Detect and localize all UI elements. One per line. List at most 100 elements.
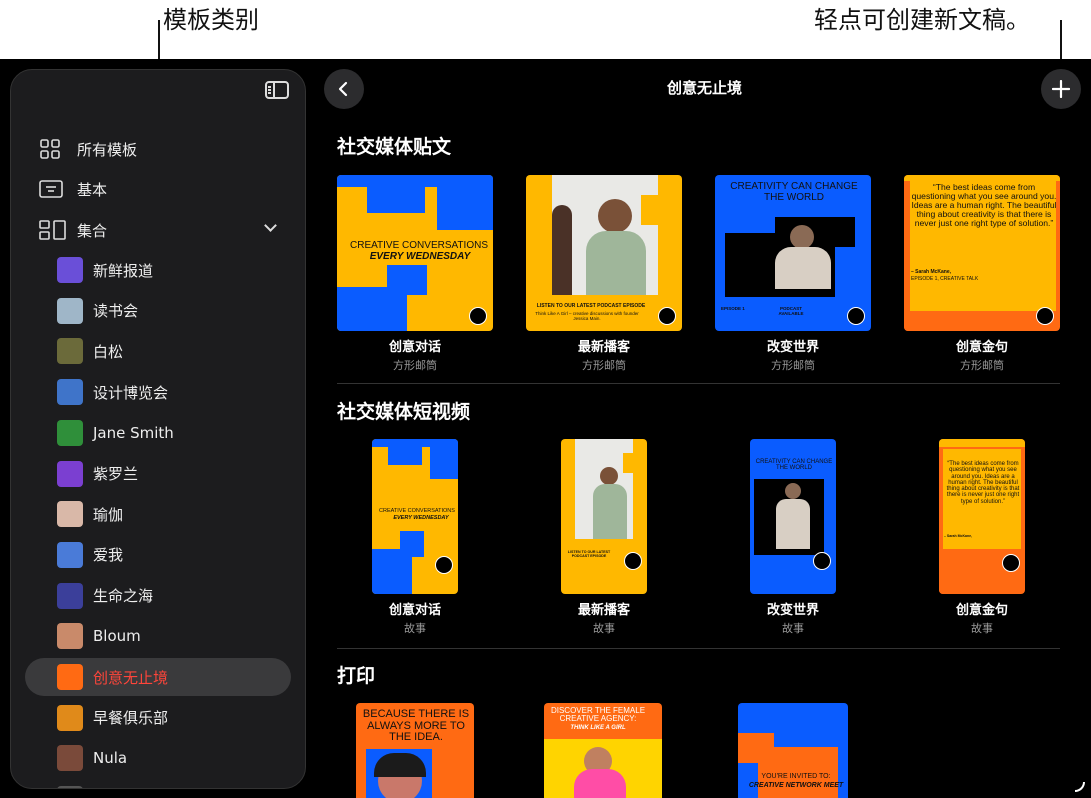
art-headline: DISCOVER THE FEMALE CREATIVE AGENCY: (550, 706, 646, 724)
app-screen: 所有模板 基本 集合 新鲜报道 读书会白松设计博览会 Jane Smith 紫罗兰瑜伽… (0, 59, 1091, 798)
sidebar-item-label: 紫罗兰 (93, 465, 139, 483)
art-body: Think Like A Girl – creative discussions… (535, 311, 639, 321)
sidebar-item-collection[interactable]: 视野清晰 (25, 780, 291, 788)
collection-thumbnail (57, 419, 83, 446)
collection-thumbnail (57, 257, 83, 283)
collection-thumbnail (57, 786, 83, 788)
template-latest-podcast-square[interactable]: LISTEN TO OUR LATEST PODCAST EPISODE Thi… (526, 175, 682, 373)
template-thumbnail: LISTEN TO OUR LATEST PODCAST EPISODE Thi… (526, 175, 682, 331)
art-subheadline: EVERY WEDNESDAY (393, 515, 449, 521)
art-headline: CREATIVE CONVERSATIONS (379, 508, 455, 514)
template-name: 创意金句 (955, 340, 1008, 355)
badge-icon (847, 307, 865, 325)
sidebar-item-collection[interactable]: Bloum (25, 617, 291, 655)
template-name: 最新播客 (577, 340, 630, 355)
template-creative-quote-story[interactable]: “The best ideas come from questioning wh… (904, 439, 1060, 636)
badge-icon (1002, 554, 1020, 572)
collection-thumbnail (57, 338, 83, 365)
template-print-more-to-the-idea[interactable]: BECAUSE THERE IS ALWAYS MORE TO THE IDEA… (356, 703, 474, 798)
art-subheadline: THINK LIKE A GIRL (570, 725, 626, 731)
template-change-the-world-square[interactable]: CREATIVITY CAN CHANGE THE WORLD EPISODE … (715, 175, 871, 373)
grid-icon (39, 138, 65, 160)
art-author: – Sarah McKane, (911, 269, 952, 275)
sidebar-item-collection[interactable]: 爱我 (25, 536, 291, 574)
template-change-the-world-story[interactable]: CREATIVITY CAN CHANGE THE WORLD 改变世界 故事 (715, 439, 871, 636)
sidebar-item-label: 设计博览会 (93, 383, 169, 402)
template-thumbnail: “The best ideas come from questioning wh… (939, 439, 1025, 594)
sidebar-item-label: Jane Smith (93, 423, 174, 442)
badge-icon (624, 552, 642, 570)
collection-thumbnail (57, 541, 83, 568)
sidebar-toggle-icon[interactable] (265, 81, 289, 99)
template-print-invitation[interactable]: YOU'RE INVITED TO: CREATIVE NETWORK MEET (738, 703, 848, 798)
art-quote: “The best ideas come from questioning wh… (911, 182, 1057, 229)
portrait-image (790, 225, 814, 249)
collections-icon (39, 219, 66, 241)
collection-thumbnail (57, 745, 83, 772)
template-name: 最新播客 (577, 603, 630, 618)
template-name: 改变世界 (766, 603, 819, 618)
collection-thumbnail (57, 582, 83, 609)
art-headline: LISTEN TO OUR LATEST PODCAST EPISODE (567, 550, 611, 558)
basic-template-icon (39, 178, 65, 200)
chevron-down-icon[interactable] (264, 219, 277, 232)
art-headline: LISTEN TO OUR LATEST PODCAST EPISODE (536, 303, 646, 309)
sidebar-item-label: Bloum (93, 627, 141, 646)
template-format: 方形邮筒 (393, 359, 437, 372)
sidebar-item-collection[interactable]: 白松 (25, 332, 291, 370)
sidebar-item-label: 白松 (93, 342, 124, 361)
section-title-social-posts: 社交媒体贴文 (337, 136, 452, 158)
sidebar-item-collection[interactable]: Jane Smith (25, 414, 291, 452)
collection-thumbnail (57, 379, 83, 406)
sidebar-item-collection[interactable]: 读书会 (25, 292, 291, 330)
divider (337, 648, 1060, 649)
template-name: 创意对话 (388, 340, 441, 355)
sidebar-item-label: Nula (93, 749, 128, 768)
sidebar-item-collection[interactable]: 设计博览会 (25, 373, 291, 411)
sidebar-item-label: 集合 (77, 221, 108, 240)
template-creative-conversations-story[interactable]: CREATIVE CONVERSATIONS EVERY WEDNESDAY 创… (337, 439, 493, 636)
collection-thumbnail (57, 704, 83, 731)
template-format: 故事 (404, 622, 426, 635)
template-creative-conversations-square[interactable]: CREATIVE CONVERSATIONS EVERY WEDNESDAY 创… (337, 175, 493, 373)
template-format: 方形邮筒 (771, 359, 815, 372)
art-availability: PODCAST AVAILABLE (778, 306, 804, 316)
sidebar-item-collection[interactable]: 早餐俱乐部 (25, 699, 291, 737)
sidebar-item-label: 爱我 (93, 546, 124, 565)
sidebar-item-basic[interactable]: 基本 (25, 170, 291, 208)
sidebar-item-all-templates[interactable]: 所有模板 (25, 130, 291, 168)
art-subheadline: CREATIVE NETWORK MEET (748, 782, 844, 789)
sidebar: 所有模板 基本 集合 新鲜报道 读书会白松设计博览会 Jane Smith 紫罗兰瑜伽… (10, 69, 306, 789)
template-name: 改变世界 (766, 340, 819, 355)
sidebar-item-collection[interactable]: 瑜伽 (25, 495, 291, 533)
badge-icon (658, 307, 676, 325)
sidebar-item-collections[interactable]: 集合 (25, 211, 291, 249)
template-thumbnail: LISTEN TO OUR LATEST PODCAST EPISODE (561, 439, 647, 594)
art-source: EPISODE 1, CREATIVE TALK (911, 276, 979, 282)
collection-thumbnail (57, 664, 83, 690)
template-thumbnail: CREATIVE CONVERSATIONS EVERY WEDNESDAY (337, 175, 493, 331)
art-headline: CREATIVE CONVERSATIONS (350, 240, 488, 251)
template-format: 故事 (782, 622, 804, 635)
sidebar-item-collection[interactable]: 创意无止境 (25, 658, 291, 696)
collection-thumbnail (57, 297, 83, 324)
sidebar-item-collection[interactable]: 新鲜报道 (25, 251, 291, 289)
main-content: 创意无止境 社交媒体贴文 社交媒体短视频 打印 CREATIVE CONVERS… (318, 59, 1091, 798)
collection-thumbnail (57, 501, 83, 528)
template-format: 方形邮筒 (960, 359, 1004, 372)
sidebar-item-label: 生命之海 (93, 587, 154, 606)
template-thumbnail: BECAUSE THERE IS ALWAYS MORE TO THE IDEA… (356, 703, 474, 798)
template-latest-podcast-story[interactable]: LISTEN TO OUR LATEST PODCAST EPISODE 最新播… (526, 439, 682, 636)
template-print-female-agency[interactable]: DISCOVER THE FEMALE CREATIVE AGENCY: THI… (544, 703, 662, 798)
template-creative-quote-square[interactable]: “The best ideas come from questioning wh… (904, 175, 1060, 373)
divider (337, 383, 1060, 384)
section-title-print: 打印 (337, 665, 376, 687)
callout-template-categories: 模板类别 (163, 6, 259, 34)
sidebar-item-collection[interactable]: 紫罗兰 (25, 455, 291, 493)
create-new-button[interactable] (1041, 69, 1081, 109)
sidebar-item-collection[interactable]: 生命之海 (25, 577, 291, 615)
art-author: – Sarah McKane, (944, 534, 973, 538)
collection-thumbnail (57, 460, 83, 487)
sidebar-item-collection[interactable]: Nula (25, 739, 291, 777)
art-quote: “The best ideas come from questioning wh… (946, 461, 1020, 505)
